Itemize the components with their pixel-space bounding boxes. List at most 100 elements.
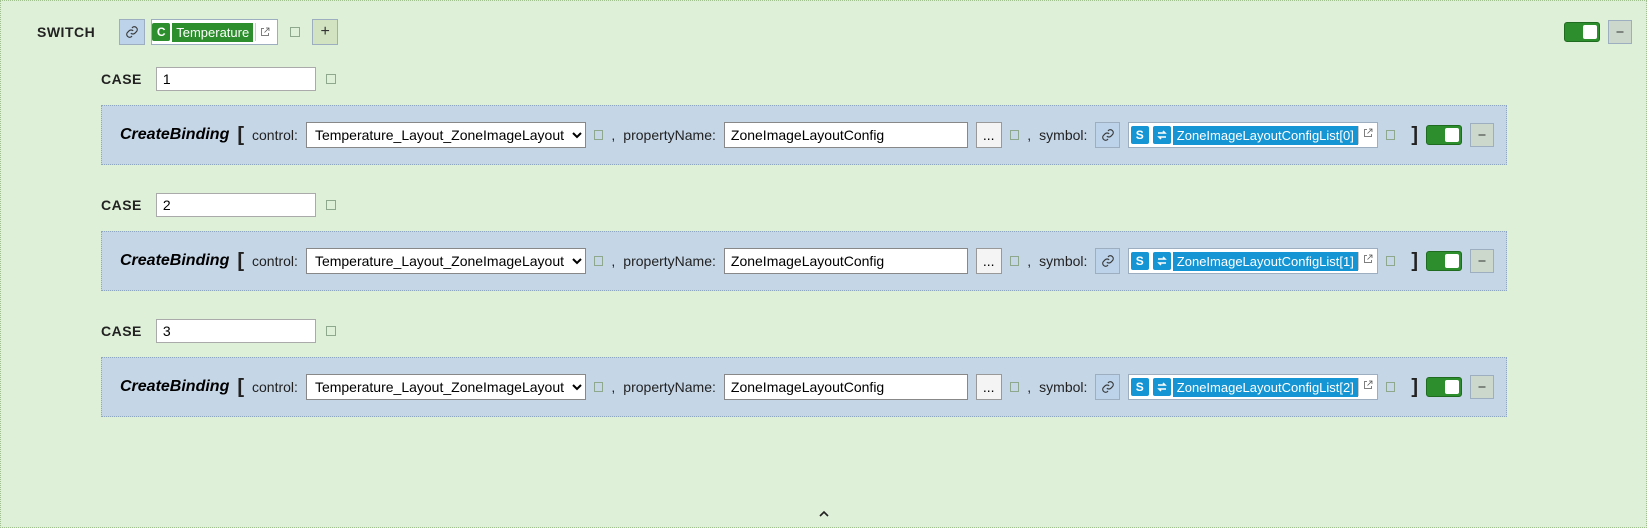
close-bracket-icon: ]: [1411, 376, 1418, 399]
param-control-label: control:: [252, 127, 298, 143]
spacer-marker: [594, 382, 603, 392]
createbinding-block: CreateBinding [ control: Temperature_Lay…: [101, 357, 1507, 417]
symbol-text: ZoneImageLayoutConfigList[0]: [1173, 126, 1358, 145]
case-keyword: CASE: [101, 323, 142, 339]
function-name: CreateBinding: [120, 378, 229, 396]
popout-icon[interactable]: [255, 23, 273, 41]
link-icon-button[interactable]: [1095, 122, 1119, 148]
case-block: CASE CreateBinding [ control: Temperatur…: [101, 193, 1632, 291]
case-header: CASE: [101, 319, 1632, 343]
createbinding-block: CreateBinding [ control: Temperature_Lay…: [101, 231, 1507, 291]
link-icon-button[interactable]: [1095, 374, 1119, 400]
param-symbol-label: symbol:: [1039, 379, 1087, 395]
comma: ,: [1027, 253, 1031, 269]
popout-icon[interactable]: [1358, 378, 1377, 396]
property-name-input[interactable]: [724, 122, 968, 148]
control-select[interactable]: Temperature_Layout_ZoneImageLayout: [306, 122, 586, 148]
spacer-marker: [1010, 130, 1019, 140]
spacer-marker: [1386, 382, 1395, 392]
spacer-marker: [1010, 256, 1019, 266]
switch-enabled-toggle[interactable]: [1564, 22, 1600, 42]
symbol-swap-icon: [1153, 378, 1171, 396]
comma: ,: [1027, 379, 1031, 395]
spacer-marker: [1010, 382, 1019, 392]
add-case-button[interactable]: +: [312, 19, 338, 45]
function-name: CreateBinding: [120, 252, 229, 270]
remove-binding-button[interactable]: [1470, 375, 1494, 399]
createbinding-block: CreateBinding [ control: Temperature_Lay…: [101, 105, 1507, 165]
spacer-marker: [290, 27, 300, 37]
comma: ,: [611, 379, 615, 395]
spacer-marker: [1386, 256, 1395, 266]
popout-icon[interactable]: [1358, 252, 1377, 270]
open-bracket-icon: [: [237, 376, 244, 399]
comma: ,: [611, 127, 615, 143]
comma: ,: [611, 253, 615, 269]
chevron-up-icon[interactable]: [812, 505, 836, 523]
symbol-chip[interactable]: S ZoneImageLayoutConfigList[2]: [1128, 374, 1378, 400]
symbol-s-icon: S: [1131, 378, 1149, 396]
case-header: CASE: [101, 67, 1632, 91]
remove-switch-button[interactable]: [1608, 20, 1632, 44]
switch-header-controls: [1564, 20, 1632, 44]
spacer-marker: [1386, 130, 1395, 140]
link-icon-button[interactable]: [1095, 248, 1119, 274]
property-picker-button[interactable]: ...: [976, 374, 1002, 400]
symbol-text: ZoneImageLayoutConfigList[2]: [1173, 378, 1358, 397]
symbol-text: ZoneImageLayoutConfigList[1]: [1173, 252, 1358, 271]
binding-enabled-toggle[interactable]: [1426, 251, 1462, 271]
case-block: CASE CreateBinding [ control: Temperatur…: [101, 67, 1632, 165]
symbol-swap-icon: [1153, 252, 1171, 270]
remove-binding-button[interactable]: [1470, 249, 1494, 273]
ellipsis-icon: ...: [983, 379, 995, 395]
symbol-s-icon: S: [1131, 252, 1149, 270]
property-name-input[interactable]: [724, 374, 968, 400]
close-bracket-icon: ]: [1411, 250, 1418, 273]
property-picker-button[interactable]: ...: [976, 248, 1002, 274]
param-symbol-label: symbol:: [1039, 253, 1087, 269]
chip-letter-icon: C: [152, 23, 170, 41]
symbol-swap-icon: [1153, 126, 1171, 144]
popout-icon[interactable]: [1358, 126, 1377, 144]
open-bracket-icon: [: [237, 124, 244, 147]
ellipsis-icon: ...: [983, 253, 995, 269]
symbol-chip[interactable]: S ZoneImageLayoutConfigList[0]: [1128, 122, 1378, 148]
symbol-s-icon: S: [1131, 126, 1149, 144]
close-bracket-icon: ]: [1411, 124, 1418, 147]
spacer-marker: [594, 256, 603, 266]
spacer-marker: [326, 326, 336, 336]
property-picker-button[interactable]: ...: [976, 122, 1002, 148]
control-select[interactable]: Temperature_Layout_ZoneImageLayout: [306, 248, 586, 274]
case-keyword: CASE: [101, 197, 142, 213]
switch-expression-chip[interactable]: C Temperature: [151, 19, 278, 45]
plus-icon: +: [321, 23, 330, 41]
param-property-label: propertyName:: [623, 253, 716, 269]
param-symbol-label: symbol:: [1039, 127, 1087, 143]
case-value-input[interactable]: [156, 67, 316, 91]
param-property-label: propertyName:: [623, 127, 716, 143]
ellipsis-icon: ...: [983, 127, 995, 143]
param-control-label: control:: [252, 379, 298, 395]
remove-binding-button[interactable]: [1470, 123, 1494, 147]
case-block: CASE CreateBinding [ control: Temperatur…: [101, 319, 1632, 417]
comma: ,: [1027, 127, 1031, 143]
switch-block: SWITCH C Temperature + CASE: [0, 0, 1647, 528]
switch-expression-text: Temperature: [172, 23, 253, 42]
collapse-footer: [1, 505, 1646, 523]
symbol-chip[interactable]: S ZoneImageLayoutConfigList[1]: [1128, 248, 1378, 274]
spacer-marker: [326, 200, 336, 210]
case-list: CASE CreateBinding [ control: Temperatur…: [101, 67, 1632, 417]
control-select[interactable]: Temperature_Layout_ZoneImageLayout: [306, 374, 586, 400]
property-name-input[interactable]: [724, 248, 968, 274]
binding-enabled-toggle[interactable]: [1426, 377, 1462, 397]
case-header: CASE: [101, 193, 1632, 217]
switch-keyword: SWITCH: [37, 24, 95, 40]
open-bracket-icon: [: [237, 250, 244, 273]
switch-header: SWITCH C Temperature +: [15, 19, 1632, 45]
case-value-input[interactable]: [156, 193, 316, 217]
param-control-label: control:: [252, 253, 298, 269]
link-icon-button[interactable]: [119, 19, 145, 45]
case-value-input[interactable]: [156, 319, 316, 343]
binding-enabled-toggle[interactable]: [1426, 125, 1462, 145]
param-property-label: propertyName:: [623, 379, 716, 395]
